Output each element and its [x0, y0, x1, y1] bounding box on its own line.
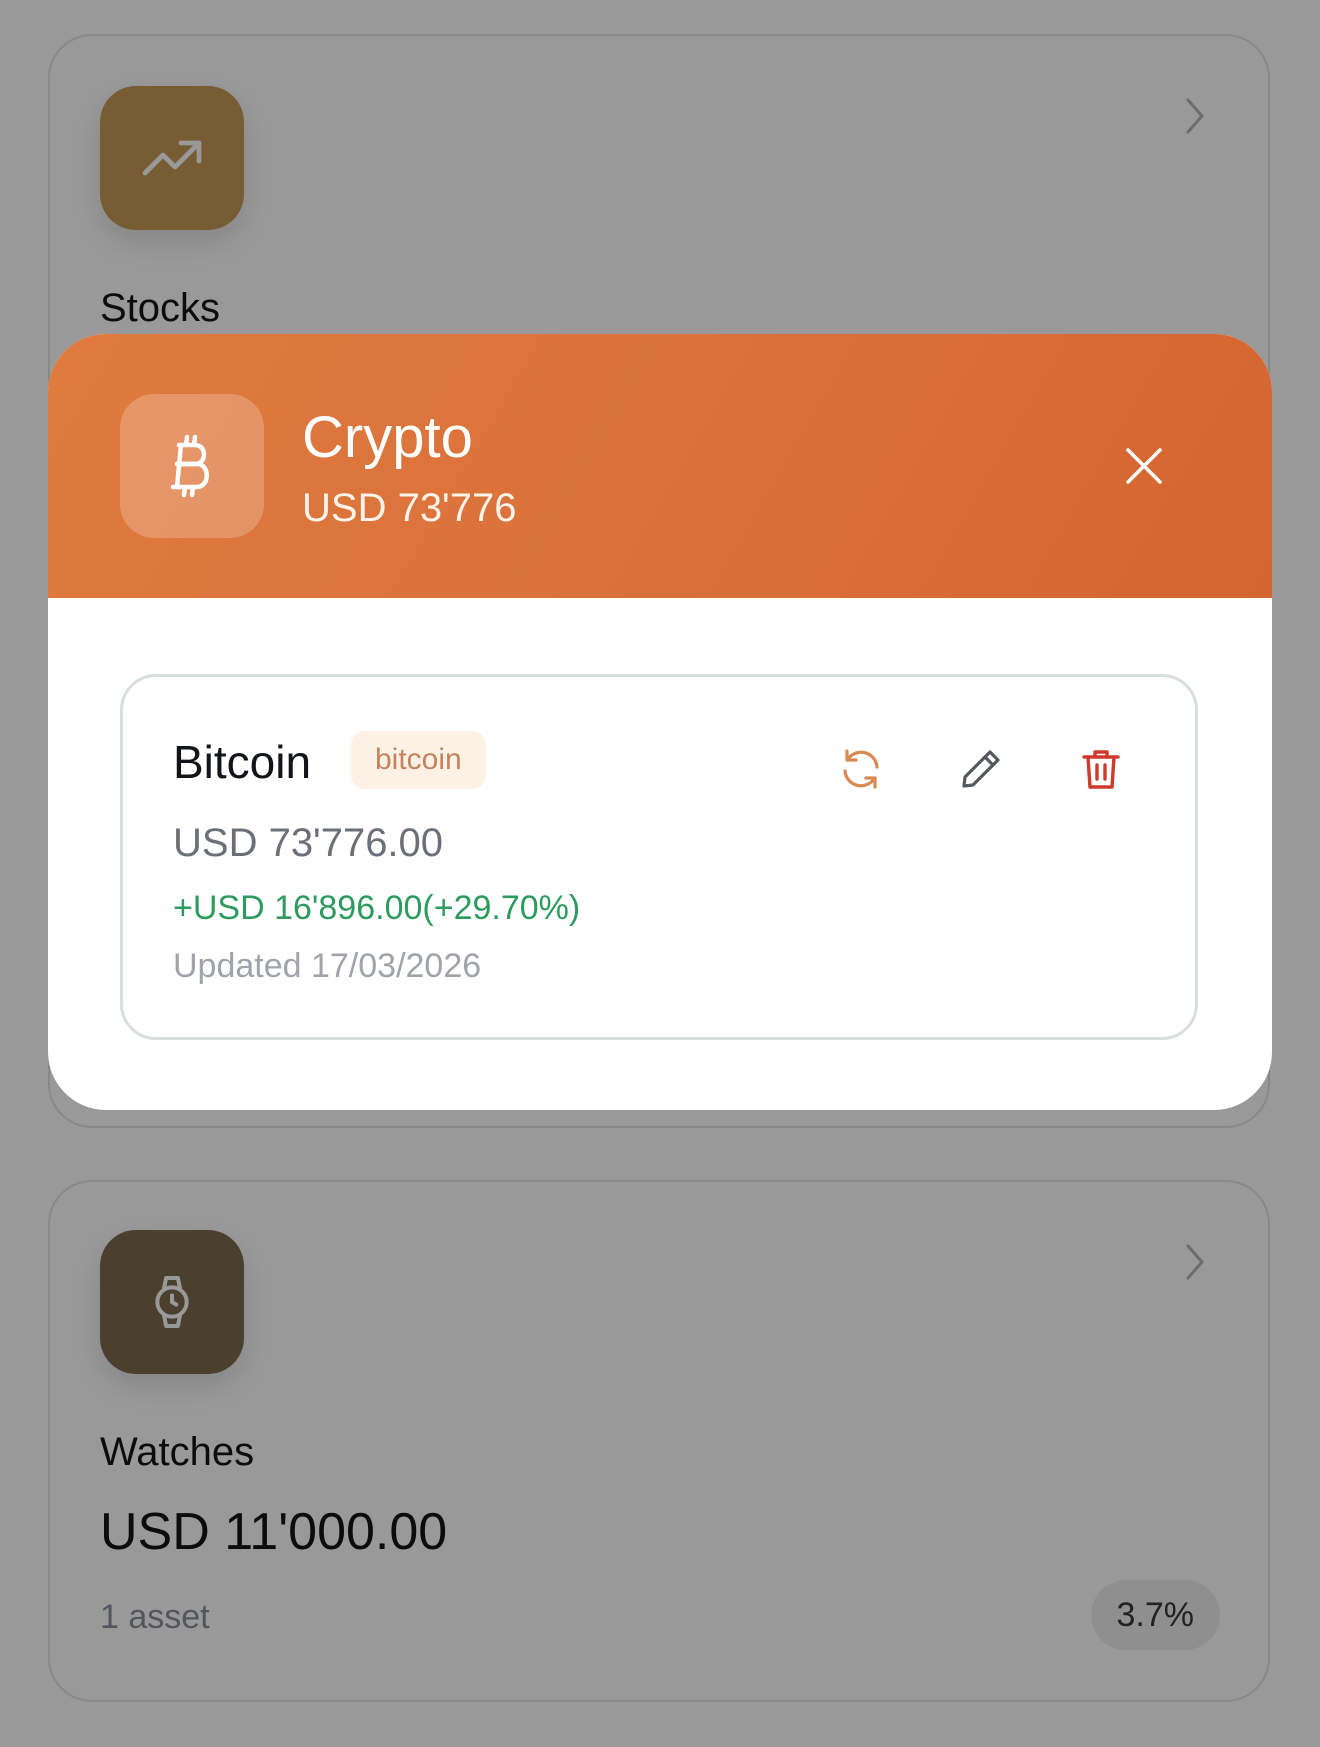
crypto-icon-tile — [120, 394, 264, 538]
refresh-icon[interactable] — [837, 745, 885, 793]
asset-value: USD 73'776.00 — [173, 821, 444, 865]
asset-updated: Updated 17/03/2026 — [173, 947, 482, 985]
bitcoin-icon — [170, 434, 209, 498]
category-detail-modal: Crypto USD 73'776 Bitcoin bitcoin USD 73… — [48, 334, 1272, 1110]
modal-header: Crypto USD 73'776 — [48, 334, 1272, 598]
asset-tag: bitcoin — [351, 731, 486, 789]
delete-icon[interactable] — [1077, 745, 1125, 793]
asset-card-bitcoin[interactable]: Bitcoin bitcoin USD 73'776.00 +USD 16'89… — [120, 674, 1198, 1040]
asset-name: Bitcoin — [173, 736, 312, 788]
modal-total: USD 73'776 — [302, 486, 517, 530]
close-icon[interactable] — [1122, 444, 1166, 488]
asset-change: +USD 16'896.00(+29.70%) — [173, 889, 581, 927]
modal-title: Crypto — [302, 405, 473, 470]
edit-icon[interactable] — [957, 745, 1005, 793]
